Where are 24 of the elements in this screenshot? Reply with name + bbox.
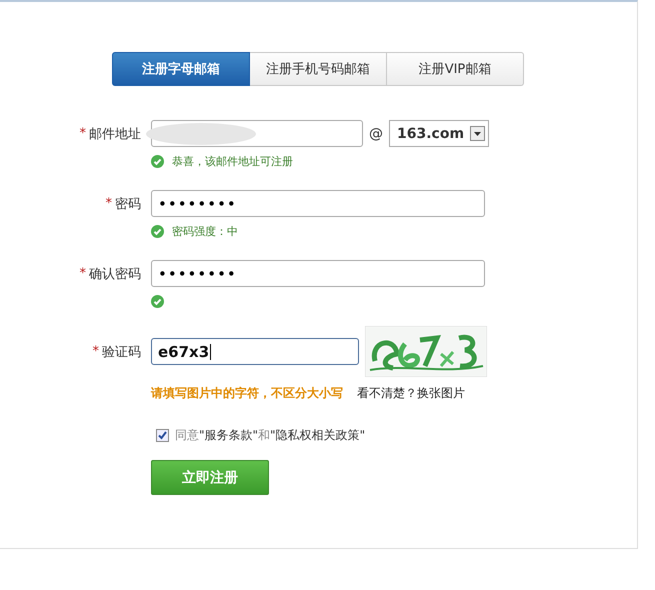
password-field[interactable]: •••••••• [151, 190, 485, 217]
privacy-link[interactable]: "隐私权相关政策" [270, 428, 366, 442]
tab[interactable]: 注册VIP邮箱 [387, 52, 524, 86]
field-label: 邮件地址 [89, 126, 141, 142]
required-mark: * [80, 266, 86, 281]
field-label: 确认密码 [89, 266, 141, 282]
field-label: 验证码 [102, 344, 141, 360]
captcha-hint: 请填写图片中的字符，不区分大小写 [151, 385, 343, 402]
required-mark: * [106, 196, 112, 211]
required-mark: * [80, 126, 86, 141]
agreement-text: 同意"服务条款"和"隐私权相关政策" [175, 427, 366, 444]
field-label: 密码 [115, 196, 141, 212]
status-message: 恭喜，该邮件地址可注册 [172, 154, 293, 168]
checkbox[interactable] [156, 429, 169, 442]
status-message: 密码强度：中 [172, 224, 238, 238]
tab[interactable]: 注册手机号码邮箱 [250, 52, 387, 86]
terms-link[interactable]: "服务条款" [199, 428, 258, 442]
required-mark: * [92, 344, 99, 359]
domain-select[interactable]: 163.com [389, 120, 489, 147]
confirm-password-field[interactable]: •••••••• [151, 260, 485, 287]
at-sign: @ [369, 126, 383, 142]
tab[interactable]: 注册字母邮箱 [112, 52, 250, 86]
refresh-captcha-link[interactable]: 看不清楚？换张图片 [357, 385, 465, 402]
captcha-field[interactable]: e67x3 [151, 338, 359, 365]
